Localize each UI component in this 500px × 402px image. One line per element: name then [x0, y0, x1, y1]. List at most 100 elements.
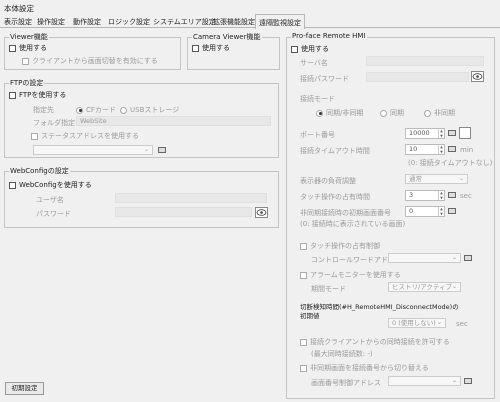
- remote-server-label: サーバ名: [300, 59, 328, 67]
- remote-screen-control-select[interactable]: ⌄: [388, 376, 461, 386]
- chevron-down-icon: ⌄: [143, 146, 149, 153]
- remote-disconnect-select[interactable]: 0 (使用しない) ⌄: [388, 318, 446, 328]
- remote-load-label: 表示器の負荷調整: [300, 177, 356, 185]
- chevron-down-icon: ⌄: [451, 283, 457, 290]
- remote-async-switch-checkbox[interactable]: 非同期画面を接続番号から切り替える: [300, 363, 429, 373]
- checkbox-box[interactable]: [9, 91, 16, 99]
- remote-touch-unit: sec: [460, 192, 472, 200]
- ftp-folder-label: フォルダ指定: [33, 119, 75, 127]
- remote-disconnect-unit: sec: [456, 320, 468, 328]
- stepper-arrows-icon[interactable]: ▲ ▼: [438, 207, 444, 216]
- ftp-group-label: FTPの設定: [9, 78, 45, 88]
- webconfig-password-input[interactable]: [115, 207, 252, 217]
- remote-port-label: ポート番号: [300, 131, 335, 139]
- keyboard-icon[interactable]: [448, 130, 456, 136]
- remote-init-screen-stepper[interactable]: 0 ▲ ▼: [405, 206, 445, 217]
- stepper-arrows-icon[interactable]: ▲ ▼: [438, 129, 444, 138]
- webconfig-user-input[interactable]: [115, 193, 267, 203]
- remote-hmi-group-label: Pro-face Remote HMI: [291, 32, 367, 40]
- remote-password-label: 接続パスワード: [300, 75, 349, 83]
- remote-mode-async-radio[interactable]: 非同期: [424, 108, 455, 118]
- checkbox-box[interactable]: [9, 181, 16, 189]
- tab-extension[interactable]: 拡張機能設定: [213, 17, 255, 27]
- tab-action[interactable]: 動作設定: [73, 17, 101, 27]
- checkbox-box[interactable]: [9, 44, 16, 52]
- remote-use-checkbox[interactable]: 使用する: [291, 44, 329, 54]
- remote-disconnect-label: 切断検知時間(#H_RemoteHMI_DisconnectMode)の: [300, 303, 459, 311]
- radio-dot[interactable]: [120, 106, 127, 114]
- remote-multi-client-checkbox[interactable]: 接続クライアントからの同時接続を許可する: [300, 337, 450, 347]
- webconfig-user-label: ユーザ名: [36, 196, 64, 204]
- keyboard-icon[interactable]: [158, 147, 166, 153]
- ftp-dest-usb-radio[interactable]: USBストレージ: [120, 105, 179, 115]
- keyboard-icon[interactable]: [464, 255, 472, 261]
- ftp-use-checkbox[interactable]: FTPを使用する: [9, 90, 66, 100]
- checkbox-box[interactable]: [300, 271, 307, 279]
- chevron-down-icon: ⌄: [458, 175, 464, 182]
- stepper-arrows-icon[interactable]: ▲ ▼: [438, 145, 444, 154]
- tab-operation[interactable]: 操作設定: [37, 17, 65, 27]
- remote-touch-stepper[interactable]: 3 ▲ ▼: [405, 190, 445, 201]
- remote-control-word-select[interactable]: ⌄: [388, 253, 461, 263]
- camera-use-checkbox[interactable]: 使用する: [192, 43, 230, 53]
- eye-icon[interactable]: [471, 71, 484, 82]
- remote-mode-sync-radio[interactable]: 同期: [380, 108, 404, 118]
- radio-dot[interactable]: [76, 106, 83, 114]
- checkbox-box[interactable]: [300, 338, 307, 346]
- window-title: 本体設定: [4, 4, 34, 13]
- port-option-button[interactable]: [459, 127, 471, 139]
- checkbox-box[interactable]: [291, 45, 298, 53]
- ftp-status-address-checkbox[interactable]: ステータスアドレスを使用する: [31, 131, 139, 141]
- remote-init-screen-label: 非同期接続時の初期画面番号: [300, 209, 391, 217]
- remote-load-select[interactable]: 通常 ⌄: [405, 174, 468, 184]
- keyboard-icon[interactable]: [448, 192, 456, 198]
- camera-viewer-group: Camera Viewer機能: [187, 32, 280, 70]
- ftp-dest-cf-radio[interactable]: CFカード: [76, 105, 116, 115]
- radio-dot[interactable]: [380, 109, 387, 117]
- viewer-use-checkbox[interactable]: 使用する: [9, 43, 47, 53]
- remote-touch-label: タッチ操作の占有時間: [300, 193, 370, 201]
- ftp-status-address-select[interactable]: ⌄: [33, 145, 153, 155]
- remote-screen-control-label: 画面番号制御アドレス: [311, 379, 381, 387]
- tab-logic[interactable]: ロジック設定: [108, 17, 150, 27]
- camera-viewer-group-label: Camera Viewer機能: [192, 32, 262, 42]
- ftp-folder-input[interactable]: WebSite: [76, 116, 271, 126]
- remote-alarm-period-select[interactable]: ヒストリ/アクティブ ⌄: [388, 282, 461, 292]
- keyboard-icon[interactable]: [448, 208, 456, 214]
- remote-timeout-unit: min: [460, 146, 474, 154]
- remote-port-stepper[interactable]: 10000 ▲ ▼: [405, 128, 445, 139]
- stepper-arrows-icon[interactable]: ▲ ▼: [438, 191, 444, 200]
- checkbox-box[interactable]: [300, 364, 307, 372]
- remote-disconnect-label-2: 初期値: [300, 312, 320, 320]
- chevron-down-icon: ⌄: [436, 319, 442, 326]
- remote-mode-sync-async-radio[interactable]: 同期/非同期: [316, 108, 363, 118]
- keyboard-icon[interactable]: [448, 146, 456, 152]
- remote-init-screen-note: (0: 接続時に表示されている画面): [300, 220, 406, 228]
- webconfig-use-checkbox[interactable]: WebConfigを使用する: [9, 180, 92, 190]
- checkbox-box[interactable]: [31, 132, 38, 140]
- remote-timeout-note: (0: 接続タイムアウトなし): [408, 159, 493, 167]
- checkbox-box[interactable]: [300, 242, 307, 250]
- tab-display[interactable]: 表示設定: [4, 17, 32, 27]
- keyboard-icon[interactable]: [464, 378, 472, 384]
- eye-icon[interactable]: [255, 207, 268, 218]
- remote-alarm-period-label: 期間モード: [311, 285, 346, 293]
- radio-dot[interactable]: [316, 109, 323, 117]
- checkbox-box[interactable]: [22, 57, 29, 65]
- remote-multi-client-note: (最大同時接続数: -): [311, 350, 373, 358]
- remote-server-input[interactable]: [366, 56, 484, 66]
- radio-dot[interactable]: [424, 109, 431, 117]
- tab-system-area[interactable]: システムエリア設定: [153, 17, 216, 27]
- webconfig-password-label: パスワード: [36, 210, 71, 218]
- viewer-group-label: Viewer機能: [9, 32, 49, 42]
- reset-defaults-button[interactable]: 初期設定: [5, 382, 44, 395]
- remote-timeout-stepper[interactable]: 10 ▲ ▼: [405, 144, 445, 155]
- chevron-down-icon: ⌄: [451, 254, 457, 261]
- remote-touch-occupy-checkbox[interactable]: タッチ操作の占有制御: [300, 241, 380, 251]
- viewer-client-switch-checkbox[interactable]: クライアントから画面切替を有効にする: [22, 56, 158, 66]
- tab-bar: 表示設定 操作設定 動作設定 ロジック設定 システムエリア設定 拡張機能設定 遠…: [0, 14, 500, 29]
- tab-remote-monitoring[interactable]: 遠隔監視設定: [255, 14, 305, 29]
- remote-password-input[interactable]: [366, 72, 469, 82]
- checkbox-box[interactable]: [192, 44, 199, 52]
- remote-alarm-monitor-checkbox[interactable]: アラームモニターを使用する: [300, 270, 401, 280]
